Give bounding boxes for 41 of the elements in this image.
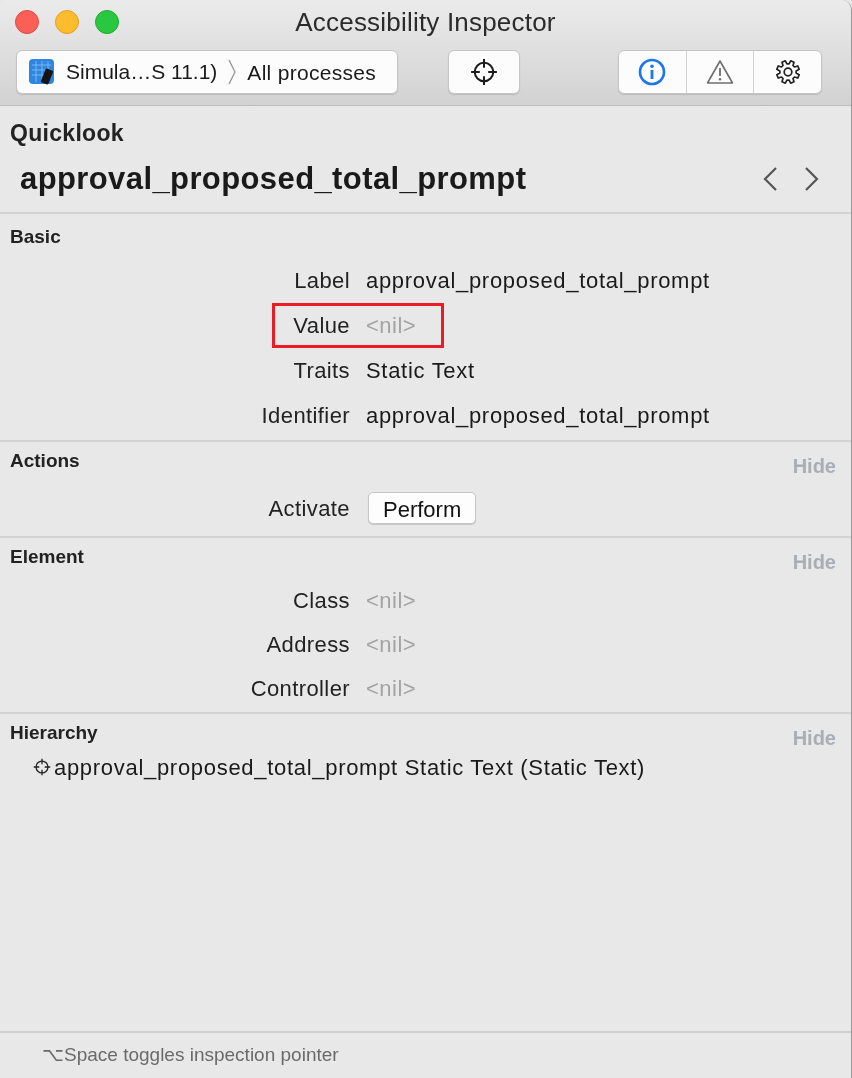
tree-item[interactable]: approval_proposed_total_prompt Static Text (Static Text) [33,753,646,781]
field-label: Label [294,267,350,295]
field-label: Controller [250,674,350,703]
crosshair-icon [470,58,498,86]
field-label: Traits [293,357,350,385]
chevron-left-icon [762,166,778,192]
close-button[interactable] [15,10,39,34]
chevron-right-icon [804,166,820,192]
field-label: Activate [268,494,350,523]
previous-button[interactable] [762,166,778,192]
next-button[interactable] [804,166,820,192]
section-heading: Quicklook [9,119,125,147]
device-button[interactable]: Simula…S 11.1) [28,57,218,87]
field-value: approval_proposed_total_prompt [366,267,710,295]
field-value: approval_proposed_total_prompt [366,402,710,430]
app-icon [28,58,56,86]
field-label: Identifier [261,402,350,430]
warning-icon [706,59,734,85]
settings-icon [774,59,801,85]
info-icon [638,58,667,86]
section-heading: Actions [10,449,80,473]
status-text: ⌥Space toggles inspection pointer [42,1043,339,1068]
empty-value: <nil> [366,586,417,615]
field-value: Static Text [366,357,475,385]
window-title: Accessibility Inspector [295,6,556,38]
section-heading: Element [10,545,84,569]
empty-value: <nil> [366,312,417,340]
crosshair-icon [33,758,51,776]
field-label: Value [293,312,350,340]
chevron-right-icon [227,58,238,86]
action-button[interactable]: Perform [368,492,477,524]
crosshair-button[interactable] [448,50,520,94]
section-heading: Basic [10,225,61,249]
section-heading: Hierarchy [10,721,98,745]
empty-value: <nil> [366,630,417,659]
zoom-button[interactable] [95,10,119,34]
empty-value: <nil> [366,674,417,703]
field-label: Address [266,630,350,659]
process-button[interactable]: All processes [247,57,377,87]
element-title: approval_proposed_total_prompt [20,161,527,197]
field-label: Class [293,586,350,615]
